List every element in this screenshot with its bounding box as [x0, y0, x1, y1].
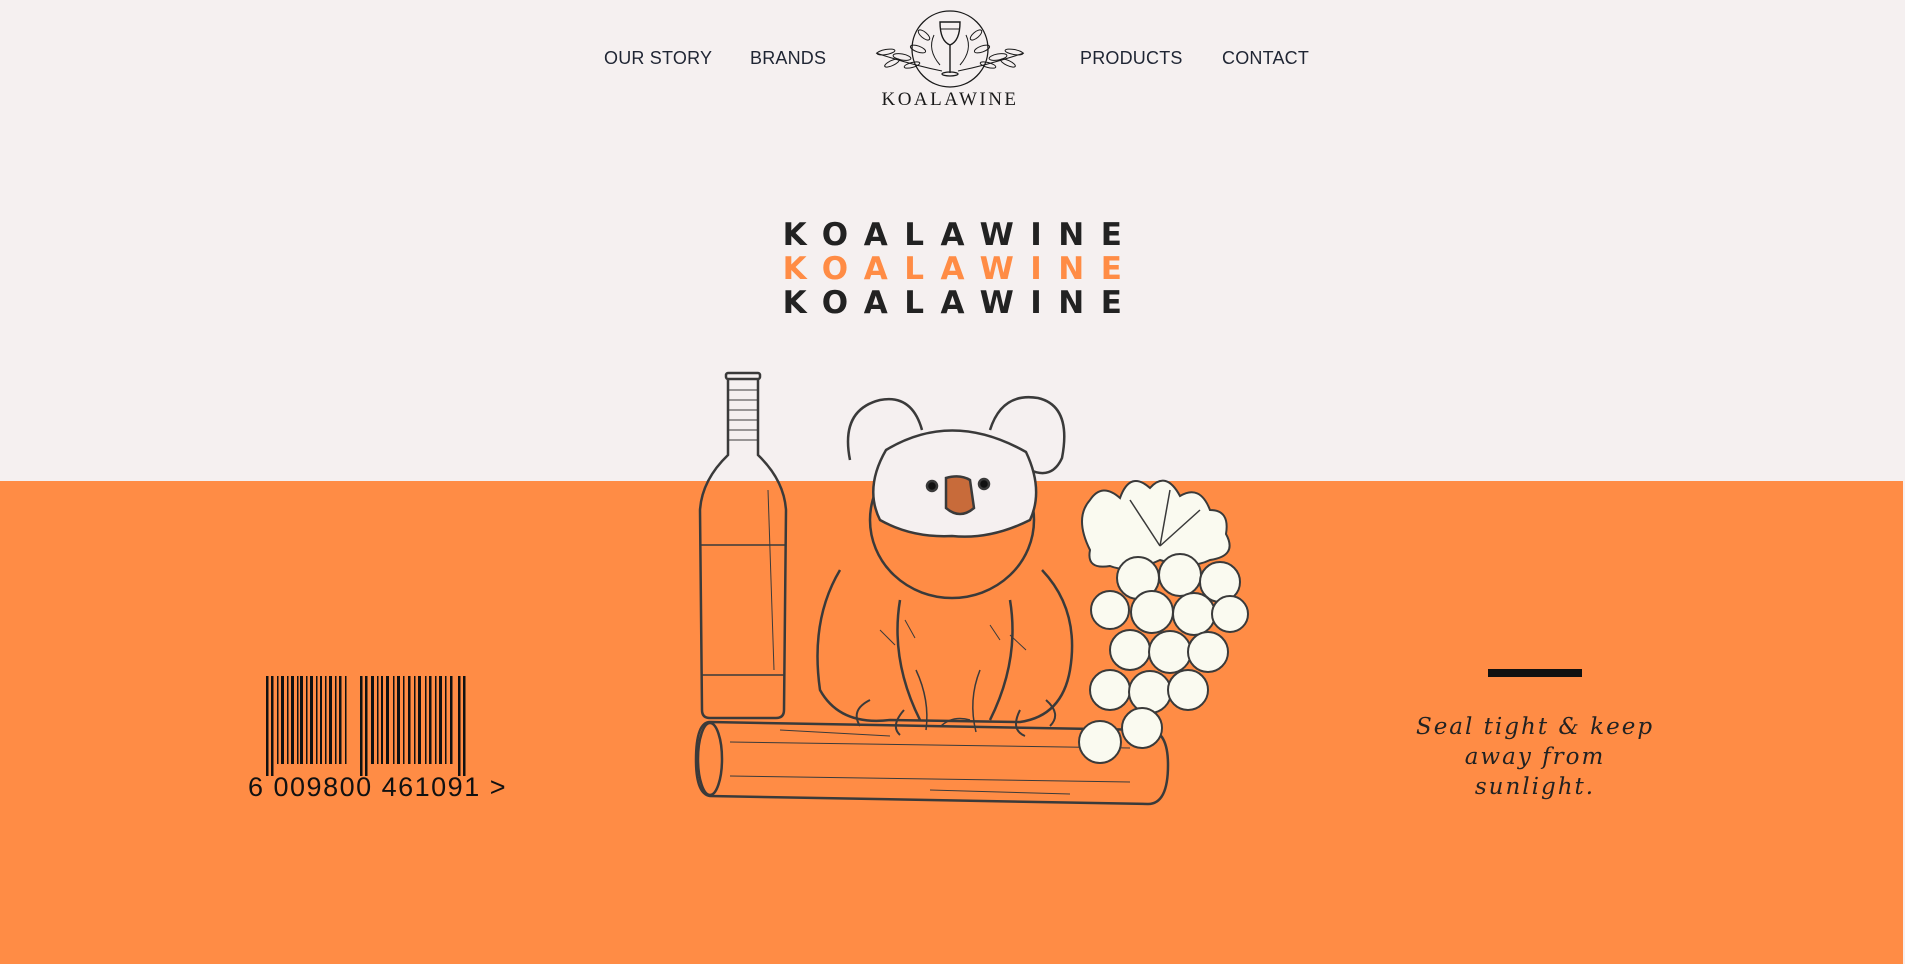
nav-brands[interactable]: BRANDS	[750, 48, 826, 69]
wine-glass-wreath-icon	[875, 10, 1025, 88]
hero-line-3: KOALAWINE	[782, 285, 1139, 321]
divider-bar	[1488, 669, 1582, 677]
barcode-icon	[266, 676, 466, 776]
nav-products[interactable]: PRODUCTS	[1080, 48, 1183, 69]
tagline-line-2: away from	[1464, 744, 1606, 770]
logo-wordmark: KOALAWINE	[881, 89, 1019, 110]
koala-wine-grapes-illustration	[694, 371, 1249, 806]
koala-illustration	[816, 395, 1074, 737]
tagline-text: Seal tight & keep away from sunlight.	[1410, 712, 1660, 802]
tagline-line-3: sunlight.	[1474, 774, 1596, 800]
barcode-digits: 6 009800 461091 >	[248, 772, 507, 802]
tagline-line-1: Seal tight & keep	[1415, 714, 1655, 740]
nav-contact[interactable]: CONTACT	[1222, 48, 1309, 69]
wine-bottle-illustration	[698, 371, 788, 720]
barcode: 6 009800 461091 >	[248, 676, 528, 804]
grapes-illustration	[1078, 479, 1249, 764]
hero-wordmark-stack: KOALAWINE KOALAWINE KOALAWINE	[0, 218, 1905, 320]
hero-line-1: KOALAWINE	[782, 217, 1139, 253]
nav-our-story[interactable]: OUR STORY	[604, 48, 712, 69]
brand-logo[interactable]: KOALAWINE	[872, 5, 1028, 110]
hero-line-2: KOALAWINE	[782, 251, 1139, 287]
